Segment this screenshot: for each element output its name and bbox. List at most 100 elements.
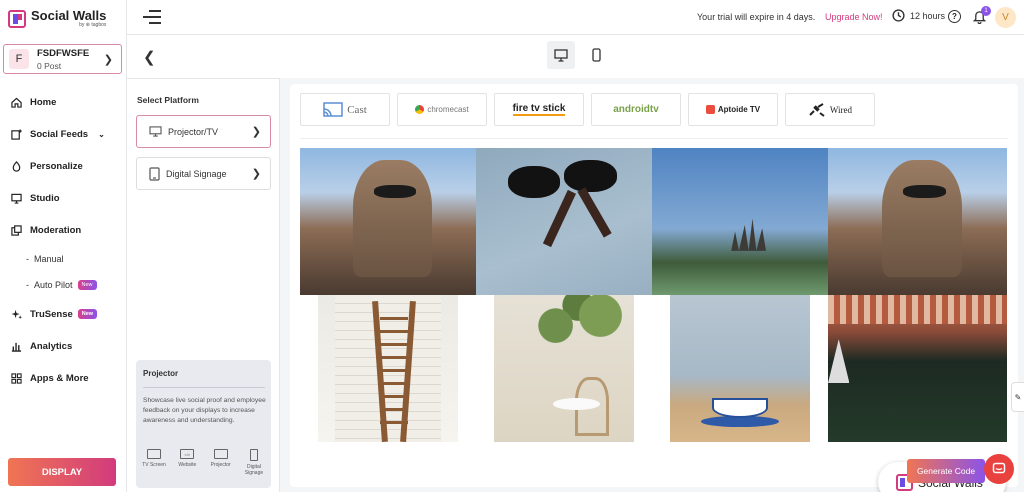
sidebar-item-label: Moderation <box>30 224 82 236</box>
pencil-icon: ✎ <box>1014 392 1022 402</box>
cast-tile[interactable]: Cast <box>300 93 390 126</box>
sidebar-nav: Home Social Feeds ⌄ Personalize Studio M… <box>0 86 127 394</box>
bar-chart-icon <box>11 341 22 352</box>
desktop-view-toggle[interactable] <box>547 41 575 69</box>
brand-label: fire tv stick <box>512 103 566 116</box>
dash-bullet: - <box>26 254 29 264</box>
info-card-title: Projector <box>143 369 179 378</box>
back-arrow-icon[interactable]: ❮ <box>143 48 156 66</box>
brand-name: Social Walls <box>31 8 107 23</box>
divider <box>143 387 265 388</box>
sparkle-icon <box>11 309 22 320</box>
platform-option-digital-signage[interactable]: Digital Signage ❯ <box>136 157 271 190</box>
palette-icon <box>11 160 22 172</box>
add-feed-icon <box>11 128 22 140</box>
android-tv-tile[interactable]: androidtv <box>591 93 681 126</box>
hamburger-menu-icon[interactable] <box>143 10 161 24</box>
help-icon[interactable]: ? <box>948 10 961 23</box>
chromecast-icon <box>415 105 425 114</box>
time-remaining[interactable]: 12 hours <box>892 9 945 22</box>
display-button[interactable]: DISPLAY <box>8 458 116 486</box>
sidebar-item-label: Auto Pilot <box>34 280 73 290</box>
sidebar-item-moderation[interactable]: Moderation <box>0 214 127 246</box>
post-image[interactable] <box>318 295 458 442</box>
post-image[interactable] <box>476 148 652 295</box>
info-card-icon-row: TV Screen </> Website Projector Digital … <box>141 449 267 476</box>
plug-icon <box>809 102 825 117</box>
brand-label: chromecast <box>427 105 469 114</box>
icon-label: Projector <box>210 462 231 468</box>
sidebar-item-trusense[interactable]: TruSense New <box>0 298 127 330</box>
apps-grid-icon <box>11 372 22 384</box>
signage-icon <box>149 166 160 181</box>
wall-preview-card: Cast chromecast fire tv stick androidtv … <box>290 84 1018 492</box>
upgrade-link[interactable]: Upgrade Now! <box>825 12 883 22</box>
sidebar-item-studio[interactable]: Studio <box>0 182 127 214</box>
wall-avatar: F <box>9 49 29 69</box>
sidebar-subitem-auto-pilot[interactable]: - Auto Pilot New <box>0 272 127 298</box>
panel-title: Select Platform <box>137 95 199 105</box>
dash-bullet: - <box>26 280 29 290</box>
icon-label: Website <box>178 462 197 468</box>
monitor-icon <box>149 126 162 137</box>
post-image[interactable] <box>670 295 810 442</box>
user-avatar[interactable]: V <box>995 7 1016 28</box>
mobile-view-toggle[interactable] <box>582 41 610 69</box>
sidebar-subitem-manual[interactable]: - Manual <box>0 246 127 272</box>
sidebar-item-label: Studio <box>30 192 60 204</box>
chat-launcher-button[interactable] <box>984 454 1014 484</box>
wall-name: FSDFWSFE <box>37 47 90 59</box>
wall-photo-grid: POWERED BY Social Walls <box>300 148 1007 492</box>
preview-toolbar: ❮ <box>127 36 1024 78</box>
platform-info-card: Projector Showcase live social proof and… <box>136 360 271 488</box>
sidebar-item-home[interactable]: Home <box>0 86 127 118</box>
sidebar-item-apps-more[interactable]: Apps & More <box>0 362 127 394</box>
brand-label: Aptoide TV <box>717 105 761 114</box>
sidebar-item-label: TruSense <box>30 308 73 320</box>
chromecast-tile[interactable]: chromecast <box>397 93 487 126</box>
post-image[interactable] <box>828 295 1007 442</box>
cast-icon <box>323 102 343 117</box>
time-label: 12 hours <box>910 10 946 21</box>
aptoide-tv-tile[interactable]: Aptoide TV <box>688 93 778 126</box>
sidebar: Social Walls by ⊛ tagbox F FSDFWSFE 0 Po… <box>0 0 127 492</box>
wall-post-count: 0 Post <box>37 60 62 71</box>
sidebar-item-label: Personalize <box>30 160 83 172</box>
aptoide-icon <box>705 105 715 114</box>
sidebar-item-personalize[interactable]: Personalize <box>0 150 127 182</box>
icon-label: TV Screen <box>142 462 166 468</box>
brand-logo[interactable]: Social Walls by ⊛ tagbox <box>8 9 106 28</box>
preview-area: Cast chromecast fire tv stick androidtv … <box>280 78 1024 492</box>
chevron-right-icon: ❯ <box>103 54 113 66</box>
info-card-description: Showcase live social proof and employee … <box>143 397 266 424</box>
website-item: </> Website <box>174 449 200 476</box>
sidebar-item-label: Home <box>30 96 57 108</box>
wall-selector[interactable]: F FSDFWSFE 0 Post ❯ <box>3 44 122 74</box>
fire-tv-stick-tile[interactable]: fire tv stick <box>494 93 584 126</box>
brand-label: androidtv <box>613 104 659 115</box>
sidebar-item-analytics[interactable]: Analytics <box>0 330 127 362</box>
chevron-right-icon: ❯ <box>251 126 261 138</box>
brand-label: Cast <box>347 103 367 116</box>
digital-signage-icon <box>249 449 258 461</box>
post-image[interactable] <box>652 148 828 295</box>
post-image[interactable] <box>494 295 634 442</box>
icon-label: Digital Signage <box>244 464 264 476</box>
post-image[interactable] <box>300 148 476 295</box>
platform-option-projector-tv[interactable]: Projector/TV ❯ <box>136 115 271 148</box>
top-bar: Your trial will expire in 4 days. Upgrad… <box>127 0 1024 35</box>
generate-code-button[interactable]: Generate Code <box>907 459 985 483</box>
brand-label: Wired <box>829 104 853 115</box>
trial-notice: Your trial will expire in 4 days. <box>697 12 816 22</box>
wired-tile[interactable]: Wired <box>785 93 875 126</box>
home-icon <box>11 97 22 108</box>
feedback-side-tab[interactable]: ✎ <box>1011 382 1024 412</box>
sidebar-item-label: Manual <box>34 254 64 264</box>
sidebar-item-social-feeds[interactable]: Social Feeds ⌄ <box>0 118 127 150</box>
clock-icon <box>892 9 905 22</box>
desktop-icon <box>554 48 568 62</box>
digital-signage-item: Digital Signage <box>241 449 267 476</box>
projector-item: Projector <box>208 449 234 476</box>
post-image[interactable] <box>828 148 1007 295</box>
new-badge: New <box>77 309 98 319</box>
